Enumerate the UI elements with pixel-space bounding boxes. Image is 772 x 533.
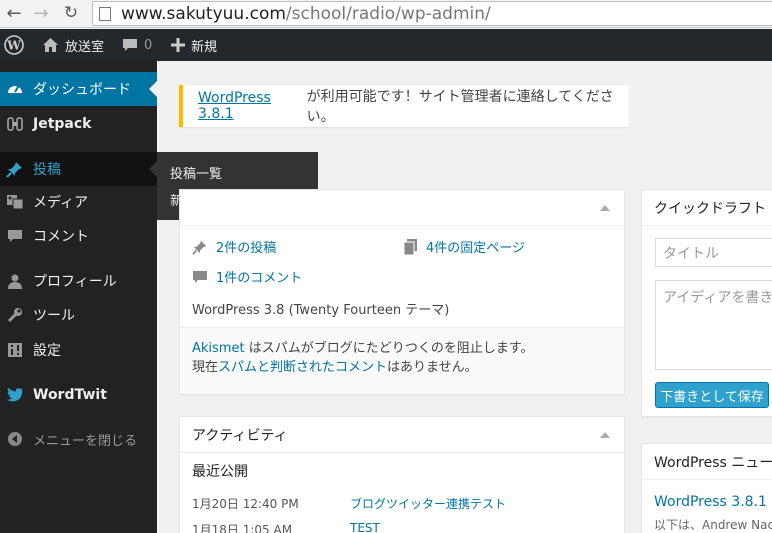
sidebar-item-wordtwit[interactable]: WordTwit — [0, 378, 157, 412]
draft-title-input[interactable]: タイトル — [655, 238, 772, 267]
sidebar-label: プロフィール — [33, 274, 117, 290]
widget-header[interactable]: クイックドラフト — [642, 190, 772, 226]
wordpress-news-widget: WordPress ニュース WordPress 3.8.1 メ 以下は、And… — [641, 443, 772, 533]
spam-comments-link[interactable]: スパムと判断されたコメント — [218, 360, 387, 375]
url-host: www.sakutyuu.com — [121, 3, 286, 24]
wrench-icon — [5, 305, 25, 325]
sidebar-item-dashboard[interactable]: ダッシュボード — [0, 72, 157, 106]
sidebar-label: メニューを閉じる — [33, 433, 138, 449]
posts-count: 2件の投稿 — [216, 241, 277, 256]
sidebar-item-jetpack[interactable]: Jetpack — [0, 107, 157, 141]
widget-header[interactable]: WordPress ニュース — [642, 444, 772, 480]
pin-icon — [5, 159, 25, 179]
user-icon — [5, 271, 25, 291]
dashboard-icon — [5, 79, 25, 99]
comments-count-link[interactable]: 1件のコメント — [192, 267, 302, 286]
forward-arrow-icon[interactable]: → — [30, 2, 52, 24]
pin-icon — [192, 240, 207, 255]
pages-count-link[interactable]: 4件の固定ページ — [404, 237, 525, 256]
draft-content-textarea[interactable]: アイディアを書き留 — [655, 280, 772, 370]
toggle-arrow-icon[interactable] — [600, 432, 610, 438]
news-article-link[interactable]: WordPress 3.8.1 メ — [654, 491, 772, 511]
quick-draft-widget: クイックドラフト タイトル アイディアを書き留 下書きとして保存 — [641, 189, 772, 417]
url-path: /school/radio/wp-admin/ — [285, 3, 491, 24]
comment-icon — [5, 226, 25, 246]
page-icon — [99, 6, 111, 21]
sidebar-item-profile[interactable]: プロフィール — [0, 264, 157, 298]
new-content-link[interactable]: 新規 — [171, 29, 217, 61]
back-arrow-icon[interactable]: ← — [3, 2, 25, 24]
sidebar-label: ツール — [33, 308, 75, 324]
address-bar[interactable]: www.sakutyuu.com/school/radio/wp-admin/ — [92, 1, 772, 26]
reload-icon[interactable]: ↻ — [60, 2, 82, 24]
activity-date: 1月20日 12:40 PM — [192, 497, 299, 511]
sidebar-label: コメント — [33, 229, 89, 245]
posts-count-link[interactable]: 2件の投稿 — [192, 237, 276, 256]
wordpress-version: WordPress 3.8 (Twenty Fourteen テーマ) — [192, 303, 450, 318]
update-link[interactable]: WordPress 3.8.1 — [198, 90, 307, 122]
toggle-arrow-icon[interactable] — [600, 205, 610, 211]
quick-draft-title: クイックドラフト — [654, 200, 766, 217]
collapse-icon — [5, 429, 25, 449]
news-excerpt: 以下は、Andrew Nac — [654, 518, 772, 532]
sidebar-label: WordTwit — [33, 387, 107, 403]
sidebar-item-settings[interactable]: 設定 — [0, 333, 157, 367]
wordpress-logo-icon[interactable]: W — [4, 29, 30, 61]
settings-icon — [5, 340, 25, 360]
update-notice: WordPress 3.8.1 が利用可能です！サイト管理者に連絡してください。 — [179, 85, 629, 127]
sidebar-item-comments[interactable]: コメント — [0, 219, 157, 253]
site-name: 放送室 — [65, 39, 105, 55]
sidebar-label: 設定 — [33, 343, 61, 359]
twitter-icon — [5, 385, 25, 405]
admin-bar: W 放送室 0 新規 — [0, 29, 772, 61]
media-icon — [5, 192, 25, 212]
sidebar-item-media[interactable]: メディア — [0, 185, 157, 219]
activity-widget: アクティビティ 最近公開 1月20日 12:40 PM ブログツイッター連携テス… — [179, 416, 625, 533]
flyout-item-all-posts[interactable]: 投稿一覧 — [170, 163, 222, 182]
sidebar-label: 投稿 — [33, 162, 61, 178]
activity-post-link[interactable]: ブログツイッター連携テスト — [350, 495, 506, 512]
save-draft-button[interactable]: 下書きとして保存 — [655, 382, 769, 408]
svg-text:W: W — [6, 39, 21, 53]
sidebar-item-posts[interactable]: 投稿 — [0, 152, 157, 186]
pages-count: 4件の固定ページ — [426, 241, 526, 256]
comment-bubble-icon — [123, 39, 137, 51]
comments-link[interactable]: 0 — [122, 29, 152, 61]
admin-sidebar: ダッシュボード Jetpack 投稿 メディア コメント プロフィール ツール … — [0, 61, 157, 533]
activity-post-link[interactable]: TEST — [350, 521, 380, 533]
news-title: WordPress ニュース — [654, 454, 772, 471]
jetpack-icon — [5, 114, 25, 134]
notice-text: が利用可能です！サイト管理者に連絡してください。 — [306, 89, 614, 125]
akismet-text: はスパムがブログにたどりつくのを阻止します。 — [244, 341, 534, 356]
widget-header[interactable]: アクティビティ — [180, 417, 624, 453]
sidebar-label: Jetpack — [33, 116, 92, 132]
spam-suffix: はありません。 — [387, 360, 478, 375]
home-icon — [43, 38, 58, 52]
sidebar-label: ダッシュボード — [33, 82, 131, 98]
activity-title: アクティビティ — [192, 427, 288, 444]
widget-header[interactable] — [180, 190, 624, 226]
akismet-link[interactable]: Akismet — [192, 341, 245, 356]
new-label: 新規 — [191, 39, 218, 55]
plus-icon — [171, 38, 185, 52]
url-text: www.sakutyuu.com/school/radio/wp-admin/ — [121, 4, 491, 24]
sidebar-item-tools[interactable]: ツール — [0, 298, 157, 332]
sidebar-label: メディア — [33, 195, 89, 211]
activity-date: 1月18日 1:05 AM — [192, 523, 293, 533]
collapse-menu-button[interactable]: メニューを閉じる — [0, 422, 157, 456]
akismet-info: Akismet はスパムがブログにたどりつくのを阻止します。 現在スパムと判断さ… — [180, 327, 624, 394]
comment-count: 0 — [144, 37, 153, 53]
pages-icon — [404, 238, 417, 255]
browser-toolbar: ← → ↻ www.sakutyuu.com/school/radio/wp-a… — [0, 0, 772, 28]
spam-prefix: 現在 — [192, 360, 219, 375]
site-name-link[interactable]: 放送室 — [42, 29, 104, 61]
comments-count: 1件のコメント — [216, 271, 303, 286]
comment-icon — [193, 270, 207, 283]
at-a-glance-widget: 2件の投稿 4件の固定ページ 1件のコメント WordPress 3.8 (Tw… — [179, 189, 625, 395]
recently-published-heading: 最近公開 — [192, 464, 248, 480]
